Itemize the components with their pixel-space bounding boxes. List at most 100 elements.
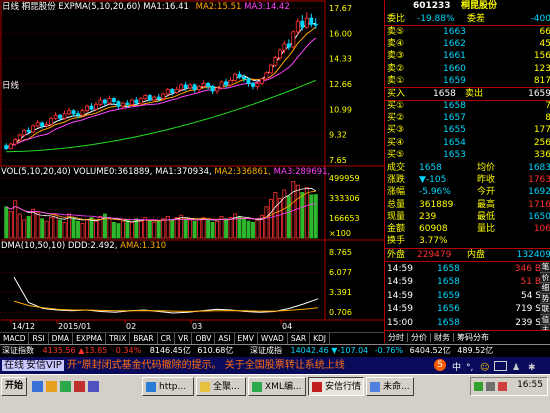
side-tab-strip: 笔价细势联值主 <box>540 262 550 336</box>
tray-ime-icon[interactable] <box>498 382 507 391</box>
weibi-value: -19.88% <box>417 14 455 24</box>
side-tab[interactable]: 联 <box>540 304 550 315</box>
quick-launch-icon-3[interactable] <box>60 381 71 392</box>
volume-bar <box>138 220 143 239</box>
index2-name[interactable]: 深证成指 <box>250 346 282 355</box>
volume-bar <box>237 215 242 239</box>
tab-fenjia[interactable]: 分价 <box>408 333 431 342</box>
user-icon[interactable]: ♟ <box>512 360 520 374</box>
tab-asi[interactable]: ASI <box>215 333 235 344</box>
news-ticker[interactable]: 在线 安信VIP 开"原封闭式基金代码撤除的提示。 关于全国股票转让系统上线 S … <box>0 357 550 374</box>
tab-sar[interactable]: SAR <box>288 333 311 344</box>
tick-time: 14:59 <box>387 290 413 301</box>
start-button[interactable]: 开始 <box>1 377 27 396</box>
side-tab[interactable]: 势 <box>540 294 550 304</box>
quick-launch-icon-5[interactable] <box>88 381 99 392</box>
tab-emv[interactable]: EMV <box>235 333 258 344</box>
ask-row: 卖④ 1662 45 <box>385 38 550 50</box>
ma-line <box>6 26 317 149</box>
dma-line <box>13 300 319 312</box>
tray-network-icon[interactable] <box>474 382 483 391</box>
tick-time: 15:00 <box>387 317 413 328</box>
emoji-icon[interactable]: ☺ <box>480 360 489 374</box>
candle-body <box>313 23 318 26</box>
stat-value-2: 1650 <box>528 211 550 222</box>
volume-bar <box>183 218 188 239</box>
ask-price: 1662 <box>443 39 466 50</box>
folder-icon <box>200 382 210 392</box>
side-tab[interactable]: 细 <box>540 283 550 294</box>
volume-bar <box>125 219 130 239</box>
index-name[interactable]: 深证指数 <box>2 346 34 355</box>
volume-bar <box>295 184 300 239</box>
tick-volume: 51 B <box>520 277 542 288</box>
taskbar-quanju-label: 全聚... <box>213 382 240 392</box>
taskbar-button-xml[interactable]: XML编... <box>248 377 306 396</box>
candle-body <box>71 110 76 115</box>
ime-icon[interactable]: 中 <box>452 360 461 374</box>
taskbar-button-http[interactable]: http... <box>142 377 194 396</box>
tick-row: 14:59 1658 346 B <box>385 263 550 275</box>
side-tab[interactable]: 笔 <box>540 262 550 273</box>
tab-trix[interactable]: TRIX <box>106 333 131 344</box>
x-tick-label: 04 <box>282 322 292 331</box>
ie-icon <box>146 382 156 392</box>
news-prefix: 在线 <box>2 360 26 371</box>
bid-row: 买④ 1654 256 <box>385 137 550 149</box>
quick-launch-icon-4[interactable] <box>74 381 85 392</box>
candle-body <box>49 117 54 125</box>
tab-macd[interactable]: MACD <box>0 333 30 344</box>
tab-obv[interactable]: OBV <box>192 333 216 344</box>
tab-dma[interactable]: DMA <box>49 333 74 344</box>
quick-launch-icon-2[interactable] <box>46 381 57 392</box>
index2-extra: 489.52亿 <box>457 346 494 355</box>
volume-bar <box>143 217 148 239</box>
index-status-bar: 深证指数 4135.56 ▲13.85 0.34% 8146.45亿 610.6… <box>0 344 550 357</box>
stock-code: 601233 <box>413 1 451 11</box>
tray-volume-icon[interactable] <box>486 382 495 391</box>
side-tab[interactable]: 值 <box>540 315 550 325</box>
tab-caiwu[interactable]: 财务 <box>431 333 454 342</box>
tab-vr[interactable]: VR <box>175 333 193 344</box>
ma-line <box>6 79 316 153</box>
candle-body <box>53 114 58 119</box>
ask-quantity: 156 <box>533 51 550 62</box>
vol-tick-label: 499959 <box>329 174 360 183</box>
weibi-row: 委比 -19.88% 委差 -400 <box>385 13 550 27</box>
kline-chart-area[interactable]: 17.67 16.00 14.33 12.66 10.99 9.32 7.65 499959 3… <box>0 0 384 332</box>
stat-label-2: 均价 <box>477 163 496 173</box>
ask-price: 1663 <box>443 27 466 37</box>
punct-icon[interactable]: °, <box>466 360 473 374</box>
side-tab[interactable]: 价 <box>540 273 550 283</box>
volume-bar <box>246 220 251 239</box>
bid-price: 1653 <box>443 149 466 160</box>
tab-kdj[interactable]: KDJ <box>310 333 330 344</box>
quick-launch-icon-1[interactable] <box>32 381 43 392</box>
tab-rsi[interactable]: RSI <box>29 333 49 344</box>
volume-bar <box>304 187 309 239</box>
volume-bar <box>286 195 291 239</box>
tab-chouma[interactable]: 筹码分布 <box>454 333 492 342</box>
candle-body <box>183 84 188 89</box>
sogou-icon[interactable]: S <box>434 359 446 371</box>
tab-cr[interactable]: CR <box>158 333 176 344</box>
candle-body <box>93 104 98 110</box>
system-tray: 16:55 <box>470 377 548 396</box>
volume-bar <box>76 220 80 239</box>
ma1-label: MA1:16.41 <box>143 2 189 12</box>
keyboard-icon[interactable] <box>494 361 507 371</box>
taskbar-button-quanju[interactable]: 全聚... <box>196 377 246 396</box>
candle-body <box>98 99 103 106</box>
volume-bar <box>93 220 98 239</box>
candle-body <box>35 122 40 127</box>
candle-body <box>264 72 269 80</box>
candle-body <box>156 96 161 99</box>
tab-wvad[interactable]: WVAD <box>258 333 288 344</box>
taskbar-button-anxin[interactable]: 安信行情 <box>308 377 364 396</box>
tab-expma[interactable]: EXPMA <box>73 333 107 344</box>
tab-brar[interactable]: BRAR <box>130 333 158 344</box>
taskbar-button-untitled[interactable]: 未命... <box>366 377 414 396</box>
settings-icon[interactable]: ✱ <box>528 360 536 374</box>
ma-line <box>5 37 317 149</box>
tab-fenshi[interactable]: 分时 <box>385 333 408 342</box>
